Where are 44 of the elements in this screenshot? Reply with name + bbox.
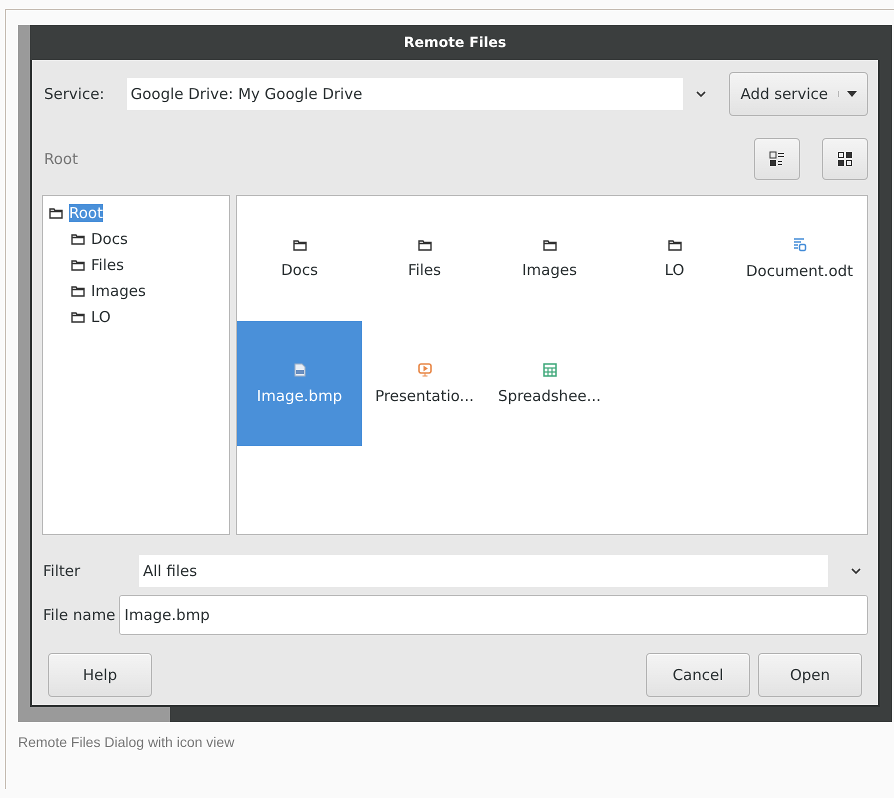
- path-label: Root: [44, 150, 78, 168]
- folder-icon: [71, 285, 85, 297]
- tree-item[interactable]: Files: [91, 256, 124, 274]
- folder-icon: [292, 238, 306, 250]
- file-item[interactable]: Docs: [237, 196, 362, 321]
- tree-item[interactable]: LO: [91, 308, 111, 326]
- file-item[interactable]: Document.odt: [737, 196, 862, 321]
- document-icon: [792, 238, 806, 252]
- figure-caption: Remote Files Dialog with icon view: [18, 734, 236, 750]
- view-button[interactable]: [754, 138, 800, 180]
- filter-field[interactable]: All files: [139, 555, 828, 587]
- add-service-button[interactable]: Add service: [729, 72, 868, 116]
- folder-icon: [71, 259, 85, 271]
- file-item[interactable]: LO: [612, 196, 737, 321]
- caret-icon[interactable]: [847, 91, 857, 97]
- file-item[interactable]: Presentatio...: [362, 321, 487, 446]
- spreadsheet-icon: [542, 362, 556, 376]
- service-field[interactable]: Google Drive: My Google Drive: [126, 78, 684, 110]
- image-file-icon: [294, 362, 306, 376]
- folder-icon: [71, 311, 85, 323]
- service-label: Service:: [44, 85, 106, 103]
- file-item[interactable]: Images: [487, 196, 612, 321]
- tree-item[interactable]: Images: [91, 282, 146, 300]
- file-item[interactable]: Spreadshee...: [487, 321, 612, 446]
- folder-icon: [418, 238, 432, 250]
- file-name-label: File name: [43, 606, 116, 624]
- dialog-button[interactable]: Open: [758, 653, 862, 697]
- file-item[interactable]: Files: [362, 196, 487, 321]
- folder-icon: [49, 207, 63, 219]
- file-name-field[interactable]: Image.bmp: [119, 595, 868, 635]
- folder-icon: [542, 238, 556, 250]
- filter-label: Filter: [43, 562, 82, 580]
- list-view-icon: [769, 151, 785, 167]
- presentation-icon: [418, 362, 432, 376]
- tree-item[interactable]: Docs: [91, 230, 128, 248]
- dropdown-icon[interactable]: [695, 90, 708, 98]
- folder-icon: [71, 233, 85, 245]
- icon-view-icon: [837, 151, 853, 167]
- folder-icon: [668, 238, 682, 250]
- dialog-button[interactable]: Cancel: [646, 653, 750, 697]
- window-title: Remote Files: [30, 25, 880, 60]
- dialog-button[interactable]: Help: [48, 653, 152, 697]
- view-button[interactable]: [822, 138, 868, 180]
- dropdown-icon[interactable]: [850, 567, 862, 575]
